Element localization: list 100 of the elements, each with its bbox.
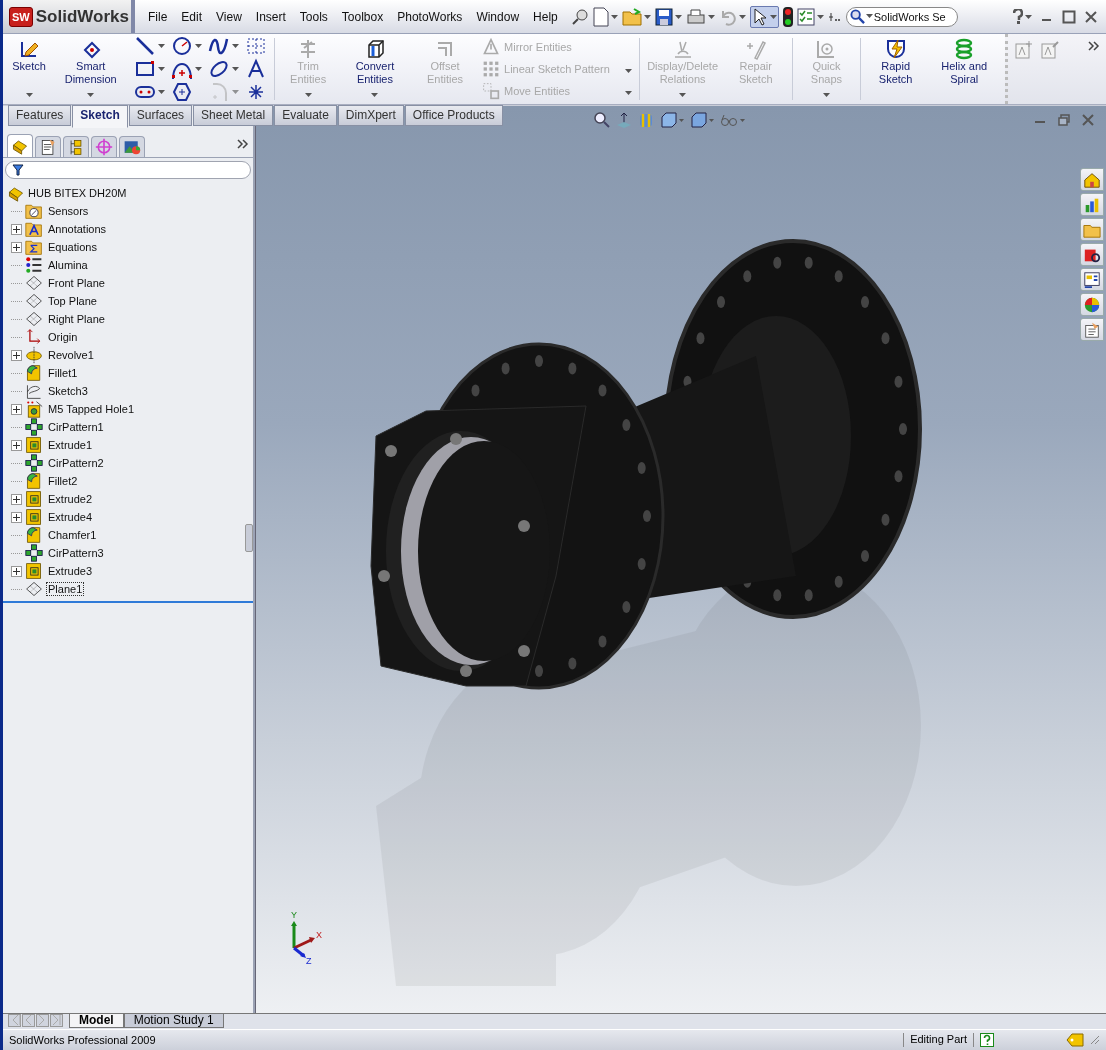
menu-item[interactable]: PhotoWorks (390, 7, 470, 26)
axis-label: Y (291, 910, 297, 920)
circle-tool-icon (171, 35, 194, 57)
display-style-icon[interactable] (690, 112, 714, 128)
ribbon-button[interactable]: Rapid Sketch (863, 36, 928, 102)
panel-tab[interactable] (7, 134, 33, 157)
menu-item[interactable]: Window (469, 7, 527, 26)
caret-icon (232, 67, 240, 71)
ribbon-button[interactable]: Convert Entities (337, 36, 412, 102)
tree-item[interactable]: Top Plane (46, 294, 99, 308)
filter-field[interactable] (5, 161, 251, 179)
restore-icon[interactable] (1058, 114, 1070, 126)
command-tab[interactable]: Evaluate (274, 105, 337, 126)
printer-icon[interactable] (685, 7, 706, 26)
panel-tab[interactable] (91, 136, 117, 157)
traffic-light-icon[interactable] (782, 6, 793, 27)
menu-item[interactable]: View (209, 7, 249, 26)
caret-icon (625, 69, 633, 73)
expand-icon[interactable] (11, 403, 22, 415)
tree-item[interactable]: Alumina (46, 258, 90, 272)
command-tab[interactable]: Features (8, 105, 72, 126)
tree-item[interactable]: Chamfer1 (46, 528, 99, 542)
caret-icon (1025, 14, 1032, 19)
ribbon-button[interactable]: Sketch (7, 36, 51, 102)
task-pane-tab[interactable] (1080, 243, 1104, 266)
maximize-icon[interactable] (1062, 9, 1076, 24)
select-button[interactable] (749, 5, 779, 28)
task-pane-tab[interactable] (1080, 268, 1104, 291)
checklist-icon[interactable] (796, 7, 815, 26)
command-tab[interactable]: DimXpert (337, 105, 404, 126)
extrude-icon (25, 508, 43, 526)
extrude-icon (25, 562, 43, 580)
tag-icon[interactable] (1066, 1033, 1084, 1047)
command-tab[interactable]: Surfaces (128, 105, 193, 126)
ribbon-button[interactable]: Helix and Spiral (927, 36, 1001, 102)
sensors-icon (25, 202, 43, 220)
tree-item[interactable]: CirPattern1 (46, 420, 106, 434)
panel-tab[interactable] (35, 136, 61, 157)
fillet-icon (25, 472, 43, 490)
expand-icon[interactable] (11, 439, 22, 451)
expand-icon[interactable] (11, 511, 22, 523)
tree-root-label[interactable]: HUB BITEX DH20M (28, 187, 127, 199)
bottom-tab[interactable]: Model (69, 1014, 124, 1028)
command-tab[interactable]: Office Products (404, 105, 503, 126)
tree-item[interactable]: Extrude2 (46, 492, 95, 506)
menu-item[interactable]: Tools (292, 7, 335, 26)
caret-icon (822, 93, 830, 97)
tree-item[interactable]: CirPattern2 (46, 456, 106, 470)
command-tab[interactable]: Sketch (72, 105, 128, 128)
tree-item[interactable]: Plane1 (46, 582, 85, 596)
menu-item[interactable]: Edit (174, 7, 210, 26)
tree-item[interactable]: Extrude4 (46, 510, 95, 524)
expand-icon[interactable] (11, 349, 22, 361)
command-tab[interactable]: Sheet Metal (193, 105, 274, 126)
menu-item[interactable]: Insert (248, 7, 293, 26)
menu-item[interactable]: Toolbox (334, 7, 391, 26)
search-field[interactable]: SolidWorks Se (845, 6, 958, 27)
tree-item[interactable]: Revolve1 (46, 348, 96, 362)
tree-item[interactable]: Equations (46, 240, 99, 254)
tree-item[interactable]: M5 Tapped Hole1 (46, 402, 137, 416)
help-icon[interactable] (980, 1033, 994, 1047)
menu-item[interactable]: Help (526, 7, 565, 26)
view-orientation-icon[interactable] (660, 112, 684, 128)
zoom-icon[interactable] (594, 112, 610, 128)
close-icon[interactable] (1084, 9, 1098, 24)
new-document-icon[interactable] (592, 6, 609, 27)
tree-item[interactable]: Origin (46, 330, 80, 344)
help-icon[interactable] (1013, 8, 1023, 25)
overflow-icon[interactable] (827, 11, 842, 22)
tree-item[interactable]: Right Plane (46, 312, 107, 326)
expand-icon[interactable] (11, 493, 22, 505)
tree-item[interactable]: Front Plane (46, 276, 107, 290)
menu-item[interactable]: File (141, 7, 175, 26)
resize-grip-icon[interactable] (1090, 1035, 1100, 1045)
tree-item[interactable]: Fillet1 (46, 366, 80, 380)
tree-item[interactable]: Sensors (46, 204, 91, 218)
sketch-tool-button[interactable] (171, 81, 194, 103)
folder-icon[interactable] (621, 7, 642, 26)
ribbon-button[interactable]: Smart Dimension (51, 36, 131, 102)
sketch-tool-button[interactable] (171, 35, 205, 57)
chevron-icon[interactable] (237, 138, 249, 150)
caret-icon (232, 90, 240, 94)
expand-icon[interactable] (11, 241, 22, 253)
caret-icon (738, 14, 746, 19)
tree-item[interactable]: Extrude1 (46, 438, 95, 452)
bottom-tab[interactable]: Motion Study 1 (123, 1014, 224, 1028)
panel-tab[interactable] (119, 136, 145, 157)
sketch-tool-button[interactable] (208, 58, 242, 80)
panel-tab[interactable] (63, 136, 89, 157)
chevron-icon[interactable] (1088, 40, 1100, 52)
tree-item[interactable]: Extrude3 (46, 564, 95, 578)
tree-item[interactable]: CirPattern3 (46, 546, 106, 560)
expand-icon[interactable] (11, 223, 22, 235)
tree-item[interactable]: Fillet2 (46, 474, 80, 488)
tree-item[interactable]: Sketch3 (46, 384, 90, 398)
splitter-handle[interactable] (245, 524, 253, 552)
expand-icon[interactable] (11, 565, 22, 577)
sketch-tool-button[interactable] (134, 35, 168, 57)
tree-item[interactable]: Annotations (46, 222, 109, 236)
normal-to-icon[interactable] (616, 112, 632, 128)
